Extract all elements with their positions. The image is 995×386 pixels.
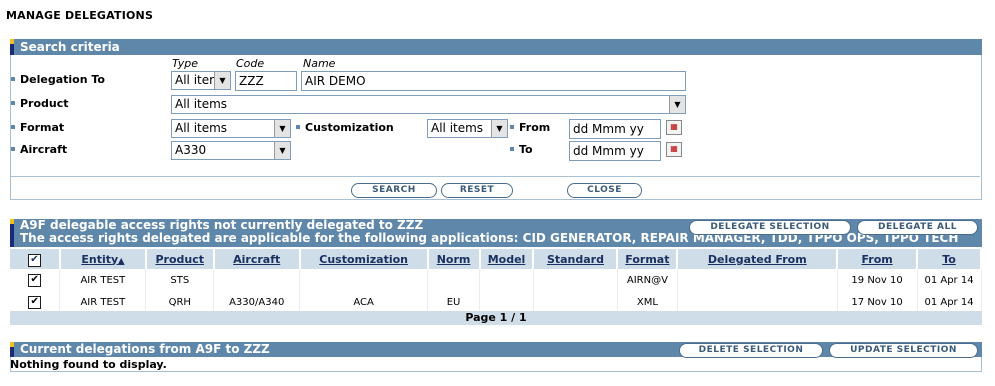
cell-from: 17 Nov 10 [837,291,918,313]
table-row: ✔ AIR TEST QRH A330/A340 ACA EU XML 17 N… [10,291,982,313]
cell-product: QRH [145,291,215,313]
cell-format: XML [617,291,678,313]
cell-norm [427,269,481,291]
delegation-type-value: All iter [175,73,215,87]
aircraft-label: Aircraft [11,143,67,156]
to-label: To [510,143,533,156]
delegate-all-button[interactable]: DELEGATE ALL [857,220,978,235]
cell-delegated-from [677,291,838,313]
delegation-type-select[interactable]: All iter ▼ [171,71,231,90]
sort-ascending-icon: ▲ [118,255,125,265]
chevron-down-icon: ▼ [274,120,290,137]
row-checkbox[interactable]: ✔ [28,295,42,309]
delegation-to-label: Delegation To [11,73,105,86]
format-value: All items [175,121,228,135]
page-title: MANAGE DELEGATIONS [6,9,154,22]
pagination-status: Page 1 / 1 [10,311,982,325]
select-all-checkbox-cell[interactable]: ✔ [10,249,61,269]
product-label: Product [11,97,69,110]
from-label: From [510,121,550,134]
customization-label: Customization [296,121,394,134]
cell-aircraft [213,269,301,291]
select-all-checkbox[interactable]: ✔ [27,253,41,267]
column-header-entity[interactable]: Entity▲ [59,249,147,269]
chevron-down-icon: ▼ [491,120,507,137]
empty-message: Nothing found to display. [10,358,167,371]
format-label: Format [11,121,64,134]
type-column-label: Type [172,57,199,70]
calendar-icon[interactable]: ▦ [666,142,682,157]
chevron-down-icon: ▼ [214,72,230,89]
column-header-to[interactable]: To [917,249,982,269]
delegate-selection-button[interactable]: DELEGATE SELECTION [689,220,851,235]
cell-entity: AIR TEST [59,269,147,291]
cell-model [479,291,534,313]
cell-model [479,269,534,291]
delegation-name-input[interactable]: AIR DEMO [301,71,686,91]
name-column-label: Name [303,57,336,70]
cell-customization: ACA [299,291,429,313]
search-button[interactable]: SEARCH [351,183,437,198]
customization-value: All items [431,121,484,135]
from-date-input[interactable]: dd Mmm yy [569,119,661,139]
row-checkbox-cell[interactable]: ✔ [10,291,61,313]
chevron-down-icon: ▼ [274,142,290,159]
chevron-down-icon: ▼ [669,96,685,113]
to-date-input[interactable]: dd Mmm yy [569,141,661,161]
cell-product: STS [145,269,215,291]
cell-standard [533,291,618,313]
cell-to: 01 Apr 14 [917,291,982,313]
column-header-model[interactable]: Model [479,249,535,269]
cell-from: 19 Nov 10 [837,269,918,291]
column-header-label: Entity [81,252,119,266]
product-value: All items [175,97,228,111]
aircraft-select[interactable]: A330 ▼ [171,141,291,160]
format-select[interactable]: All items ▼ [171,119,291,138]
row-checkbox-cell[interactable]: ✔ [10,269,61,291]
cell-standard [533,269,618,291]
column-header-delegated-from[interactable]: Delegated From [677,249,839,269]
table-row: ✔ AIR TEST STS AIRN@V 19 Nov 10 01 Apr 1… [10,269,982,291]
calendar-icon[interactable]: ▦ [666,120,682,135]
cell-norm: EU [427,291,481,313]
column-header-customization[interactable]: Customization [299,249,429,269]
search-criteria-header: Search criteria [10,39,982,55]
column-header-from[interactable]: From [837,249,919,269]
customization-select[interactable]: All items ▼ [427,119,508,138]
update-selection-button[interactable]: UPDATE SELECTION [829,343,978,358]
row-checkbox[interactable]: ✔ [28,273,42,287]
column-header-aircraft[interactable]: Aircraft [213,249,301,269]
column-header-norm[interactable]: Norm [427,249,481,269]
column-header-standard[interactable]: Standard [533,249,619,269]
reset-button[interactable]: RESET [441,183,513,198]
cell-aircraft: A330/A340 [213,291,301,313]
delegable-rights-table: ✔ Entity▲ Product Aircraft Customization… [10,249,982,313]
close-button[interactable]: CLOSE [567,183,642,198]
delete-selection-button[interactable]: DELETE SELECTION [679,343,823,358]
table-header-row: ✔ Entity▲ Product Aircraft Customization… [10,249,982,269]
delegation-code-input[interactable]: ZZZ [235,71,297,91]
aircraft-value: A330 [175,143,207,157]
cell-delegated-from [677,269,838,291]
product-select[interactable]: All items ▼ [171,95,686,114]
column-header-product[interactable]: Product [145,249,215,269]
cell-to: 01 Apr 14 [917,269,982,291]
cell-format: AIRN@V [617,269,678,291]
column-header-format[interactable]: Format [617,249,679,269]
cell-customization [299,269,429,291]
divider [10,176,980,177]
cell-entity: AIR TEST [59,291,147,313]
code-column-label: Code [236,57,265,70]
